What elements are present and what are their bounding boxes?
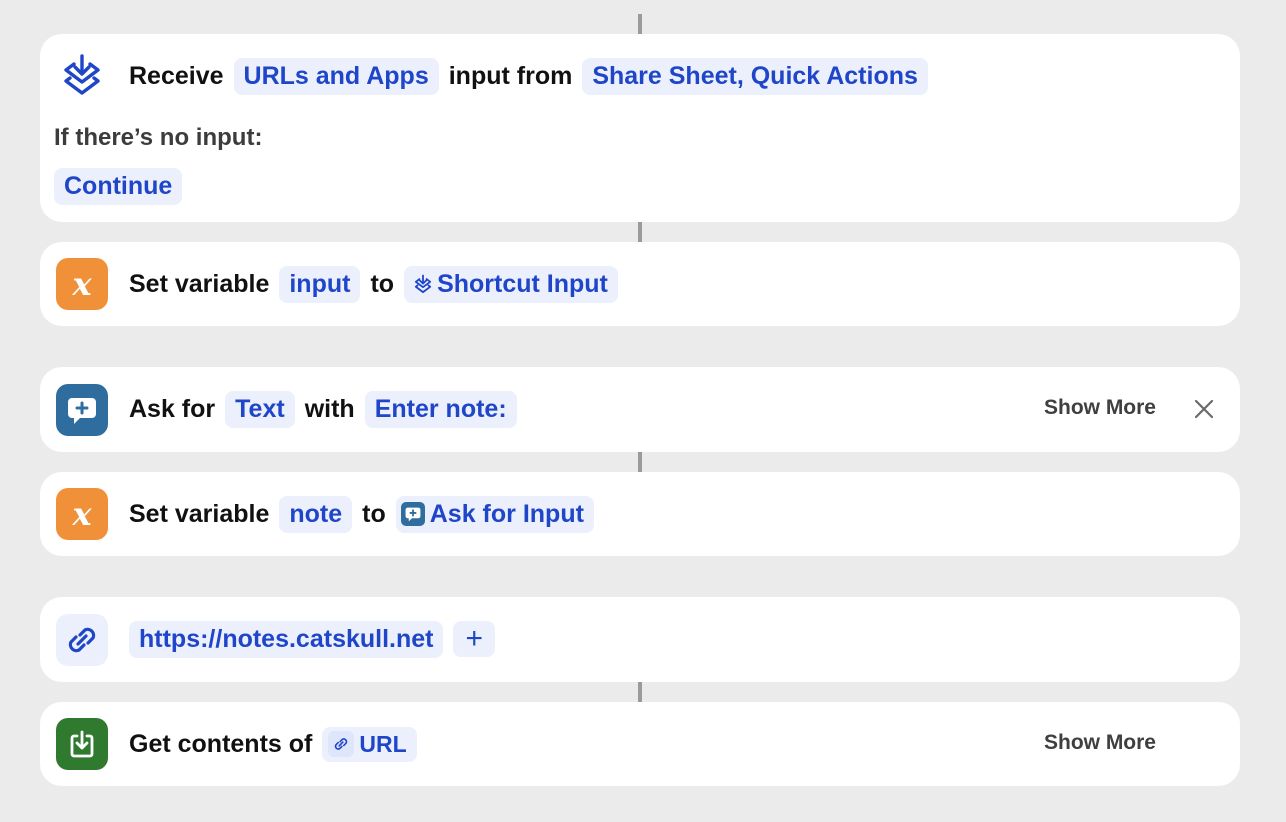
show-more-button[interactable]: Show More (1044, 396, 1156, 420)
variable-x-icon: x (56, 488, 108, 540)
to-label: to (362, 499, 386, 528)
connector-line (638, 14, 642, 34)
add-url-button[interactable]: + (453, 621, 496, 657)
variable-x-icon: x (56, 258, 108, 310)
input-type-token[interactable]: Text (225, 390, 295, 428)
action-get-contents-of-url[interactable]: Get contents of URL Show More (40, 702, 1240, 786)
ask-for-label: Ask for (129, 394, 216, 423)
download-tray-icon (56, 718, 108, 770)
variable-name-token[interactable]: note (279, 495, 353, 533)
input-types-token[interactable]: URLs and Apps (233, 57, 439, 95)
action-url[interactable]: https://notes.catskull.net + (40, 597, 1240, 682)
variable-value-token[interactable]: Shortcut Input (404, 265, 618, 303)
connector-line (638, 452, 642, 472)
input-from-label: input from (448, 61, 573, 90)
variable-value-label: Shortcut Input (437, 269, 608, 298)
action-set-variable-note[interactable]: x Set variable note to Ask for Input (40, 472, 1240, 556)
url-variable-token[interactable]: URL (322, 726, 417, 762)
no-input-label: If there’s no input: (54, 124, 263, 151)
prompt-token[interactable]: Enter note: (364, 390, 517, 428)
with-label: with (304, 394, 355, 423)
connector-line (638, 222, 642, 242)
connector-line (638, 682, 642, 702)
get-contents-of-label: Get contents of (129, 729, 313, 758)
to-label: to (370, 269, 395, 298)
url-variable-label: URL (359, 730, 407, 757)
close-icon[interactable] (1192, 397, 1216, 421)
speech-bubble-plus-icon (400, 502, 425, 526)
speech-bubble-plus-icon (56, 384, 108, 436)
variable-name-token[interactable]: input (279, 265, 361, 303)
variable-value-token[interactable]: Ask for Input (395, 495, 594, 533)
no-input-behavior-token[interactable]: Continue (54, 168, 183, 205)
receive-label: Receive (129, 61, 224, 90)
show-more-button[interactable]: Show More (1044, 731, 1156, 755)
shortcut-input-icon (414, 274, 432, 295)
url-token[interactable]: https://notes.catskull.net (129, 620, 444, 658)
variable-value-label: Ask for Input (429, 499, 584, 528)
action-ask-for-input[interactable]: Ask for Text with Enter note: Show More (40, 367, 1240, 452)
set-variable-label: Set variable (129, 499, 270, 528)
action-set-variable-input[interactable]: x Set variable input to Shortcut Input (40, 242, 1240, 326)
set-variable-label: Set variable (129, 269, 270, 298)
link-icon (328, 731, 355, 757)
action-receive-input[interactable]: Receive URLs and Apps input from Share S… (40, 34, 1240, 222)
shortcut-input-icon (56, 50, 108, 102)
input-sources-token[interactable]: Share Sheet, Quick Actions (582, 57, 928, 95)
link-icon (56, 614, 108, 666)
